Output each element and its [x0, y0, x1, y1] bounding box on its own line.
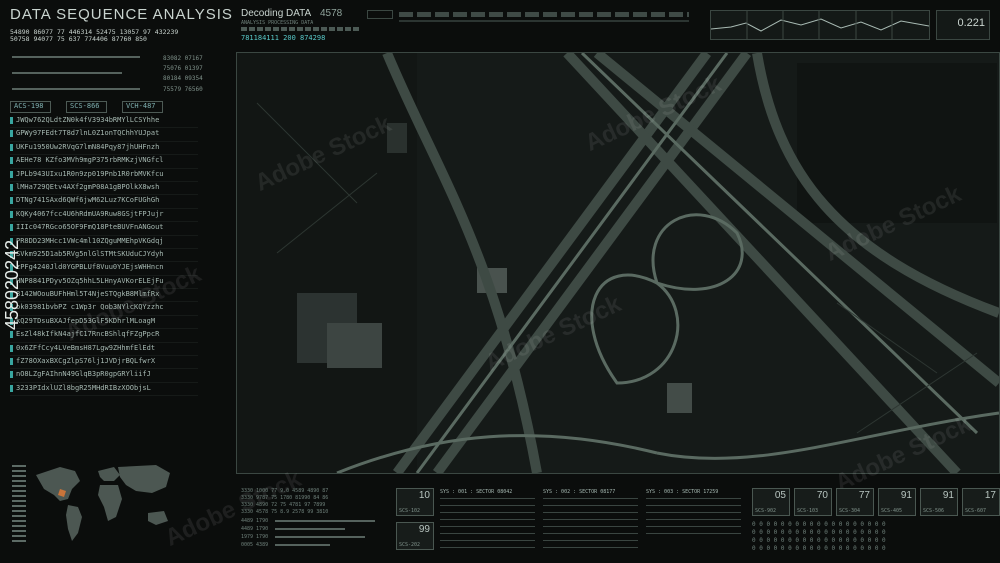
status-tile[interactable]: 91 SCS-405 [878, 488, 916, 516]
meter-bar [275, 544, 330, 546]
decoding-value: 4578 [320, 8, 343, 19]
tile-number: 17 [984, 490, 996, 501]
data-row: 3330 1000 77 9.0 4589 4890 87 [241, 488, 329, 494]
waveform-graph [710, 11, 930, 39]
code-line: lMHa729QEtv4AXf2gmP08A1gBPOlkX8wsh [10, 182, 198, 196]
status-tile[interactable]: 91 SCS-506 [920, 488, 958, 516]
data-row: 3330 4578 75 8.9 2578 99 3810 [241, 509, 329, 515]
tile-number: 99 [418, 524, 430, 535]
analysis-numbers: 781184111 200 874298 [241, 34, 326, 42]
progress-bar [12, 72, 122, 74]
tile-number: 05 [774, 490, 786, 501]
tile-label: SCS-304 [839, 508, 861, 514]
stat-value: 75076 01397 [163, 65, 203, 72]
sector-data-lines [440, 498, 535, 548]
readout-panel: 0.221 [936, 10, 990, 40]
stat-value: 83082 07167 [163, 55, 203, 62]
analysis-label: ANALYSIS PROCESSING DATA [241, 20, 314, 26]
asset-id: 458020242 [2, 239, 22, 330]
meter-bar [275, 536, 365, 538]
sector-heading: SYS : 003 : SECTOR 17259 [646, 489, 719, 495]
code-line: 3233PIdxlUZl8bgR25MHdRIBzXOObjsL [10, 383, 198, 397]
map-scale [12, 465, 26, 545]
tile-number: 91 [942, 490, 954, 501]
sector-heading: SYS : 002 : SECTOR 08177 [543, 489, 616, 495]
code-line: UKFu1950Uw2RVqG7lmN84Pqy87jhUHFnzh [10, 142, 198, 156]
tile-number: 77 [858, 490, 870, 501]
sector-tile[interactable]: 10 SCS-102 [396, 488, 434, 516]
meter-label: 4489 1790 [241, 518, 269, 524]
data-row: 3330 4890 72 75 4781 97 7899 [241, 502, 326, 508]
code-line: JPLb943UIxu1R0n9zp019Pnb1R0rbMVKfcu [10, 169, 198, 182]
meter-bar [275, 528, 345, 530]
analysis-ticker [241, 27, 361, 31]
code-line: AEHe78 KZfo3MVh9mgP375rbRMKzjVNGfcl [10, 155, 198, 169]
stat-value: 80184 09354 [163, 75, 203, 82]
code-line: nO8LZgFAIhnN49GlqB3pR0gpGRYliifJ [10, 369, 198, 383]
status-tile[interactable]: 77 SCS-304 [836, 488, 874, 516]
code-line: PR8DD23MHcc1VWc4ml10ZQguMMEhpVKGdqj [10, 236, 198, 249]
decoding-label: Decoding DATA [241, 8, 312, 19]
code-line: GPWy97FEdt7T8d7lnL0Z1onTQChhYUJpat [10, 128, 198, 142]
sector-data-lines [543, 498, 638, 548]
header-divider [399, 20, 689, 22]
tile-label: SCS-506 [923, 508, 945, 514]
sector-tile[interactable]: 99 SCS-202 [396, 522, 434, 550]
code-line: IIIc047RGco65OF9FmQ18PteBUVFnANGout [10, 222, 198, 236]
status-tile[interactable]: 70 SCS-103 [794, 488, 832, 516]
grid-row: 0 0 0 0 0 0 0 0 0 0 0 0 0 0 0 0 0 0 0 [752, 529, 886, 536]
grid-row: 0 0 0 0 0 0 0 0 0 0 0 0 0 0 0 0 0 0 0 [752, 521, 886, 528]
tile-label: SCS-103 [797, 508, 819, 514]
code-line: SVkm925D1ab5RVg5nlGlSTMtSKUduCJYdyh [10, 249, 198, 263]
tile-number: 10 [418, 490, 430, 501]
status-tile[interactable]: 05 SCS-902 [752, 488, 790, 516]
readout-value: 0.221 [957, 17, 985, 29]
status-tile[interactable]: 17 SCS-607 [962, 488, 1000, 516]
tag-vch[interactable]: VCH-487 [122, 101, 163, 113]
tile-label: SCS-902 [755, 508, 777, 514]
tile-label: SCS-202 [399, 542, 421, 548]
progress-bar [12, 56, 140, 58]
tile-number: 91 [900, 490, 912, 501]
sector-heading: SYS : 001 : SECTOR 08042 [440, 489, 513, 495]
header-indicator [367, 10, 393, 19]
tile-label: SCS-607 [965, 508, 987, 514]
header-ticker [399, 12, 689, 17]
page-title: DATA SEQUENCE ANALYSIS [10, 6, 233, 23]
grid-row: 0 0 0 0 0 0 0 0 0 0 0 0 0 0 0 0 0 0 0 [752, 537, 886, 544]
grid-row: 0 0 0 0 0 0 0 0 0 0 0 0 0 0 0 0 0 0 0 [752, 545, 886, 552]
data-row: 3330 9787 75 1780 81990 84 86 [241, 495, 329, 501]
tile-label: SCS-405 [881, 508, 903, 514]
code-line: DTNg741SAxd6QWf6jwM62Luz7KCoFUGhGh [10, 195, 198, 209]
tag-scs[interactable]: SCS-866 [66, 101, 107, 113]
progress-bar [12, 88, 140, 90]
code-line: 0x6ZFfCcy4LVeBmsH87Lgw9ZHhmfElEdt [10, 343, 198, 357]
waveform-panel [710, 10, 930, 40]
meter-label: 0005 4389 [241, 542, 269, 548]
tag-acs[interactable]: ACS-198 [10, 101, 51, 113]
sector-data-lines [646, 498, 741, 536]
code-line: KQKy4067fcc4U6hRdmUA9Ruw8GSjtFPJujr [10, 209, 198, 223]
world-map [30, 455, 180, 550]
code-line: JWQw762QLdtZN0k4fV3934bRMYlLCSYhhe [10, 115, 198, 129]
tile-label: SCS-102 [399, 508, 421, 514]
meter-label: 1979 1790 [241, 534, 269, 540]
meter-bar [275, 520, 375, 522]
header-number-row: 50758 94077 75 637 774406 87760 850 [10, 35, 147, 43]
stat-value: 75579 76560 [163, 86, 203, 93]
tile-number: 70 [816, 490, 828, 501]
meter-label: 4489 1790 [241, 526, 269, 532]
code-line: fZ78OXaxBXCgZlpS76lj1JVDjrBQLfwrX [10, 356, 198, 370]
